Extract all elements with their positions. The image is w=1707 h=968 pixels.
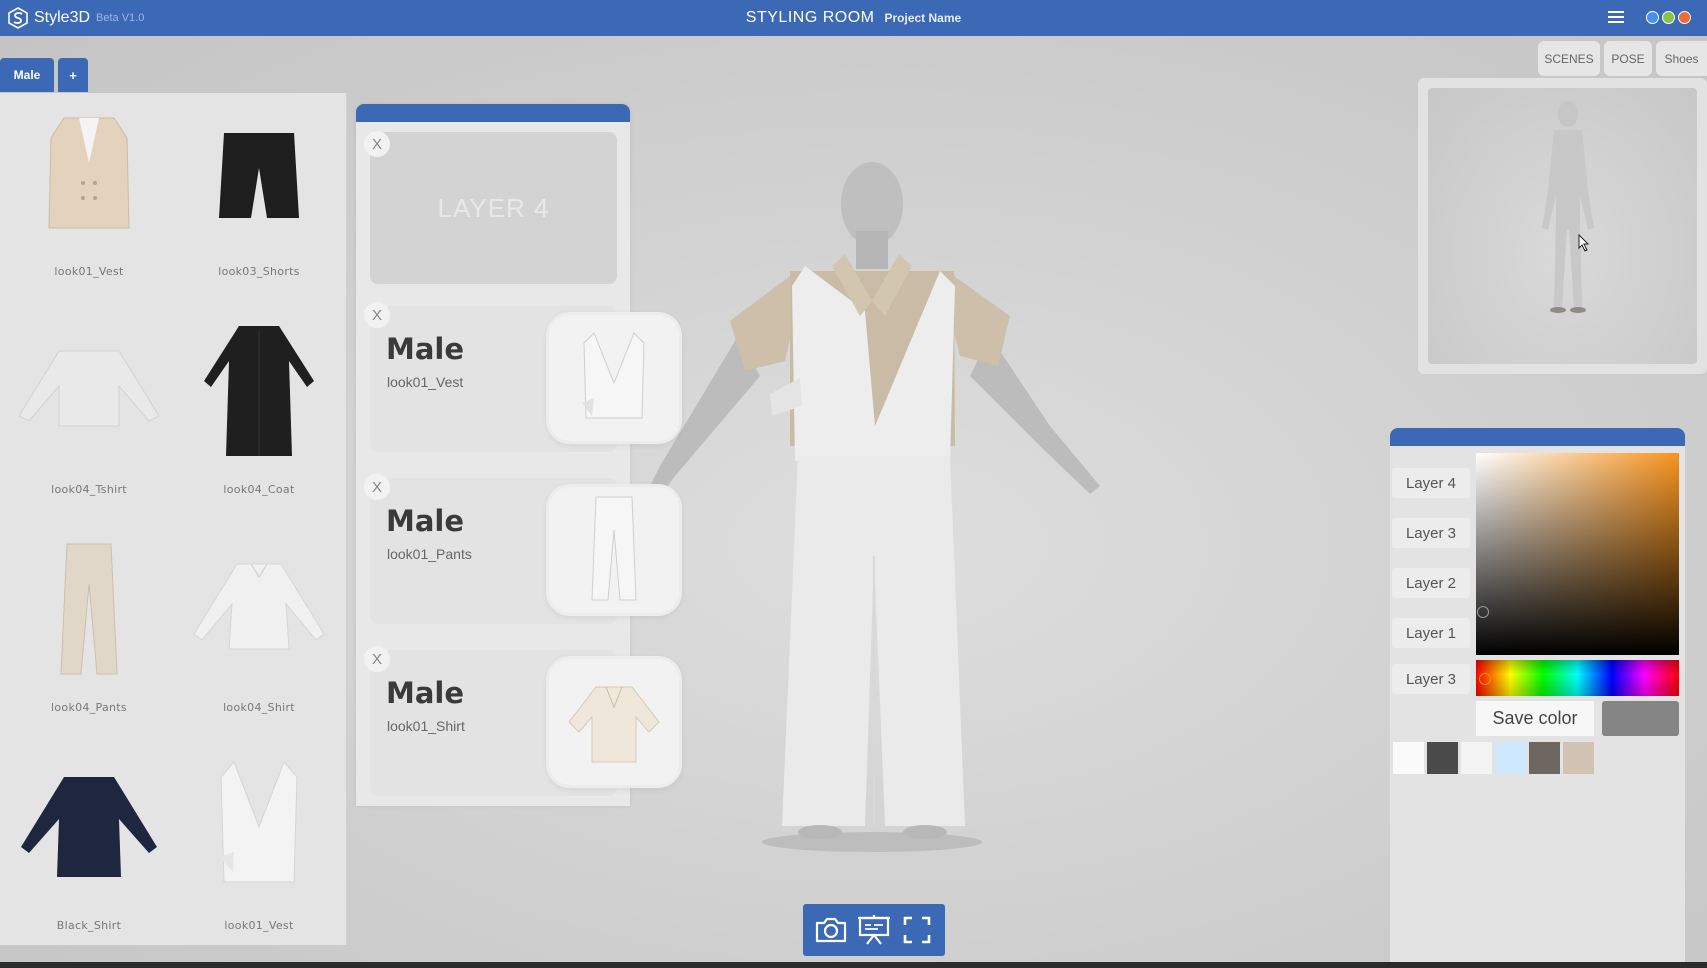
current-color-swatch (1602, 701, 1679, 736)
avatar-preview[interactable] (1418, 78, 1707, 374)
saved-color-swatch[interactable] (1529, 742, 1560, 774)
library-item[interactable]: look01_Vest (4, 93, 174, 303)
color-picker-handle[interactable] (1477, 606, 1489, 618)
fullscreen-icon (904, 916, 931, 944)
shorts-icon (219, 133, 299, 218)
library-item-label: look04_Coat (223, 483, 295, 496)
library-item-label: look01_Vest (54, 265, 124, 278)
screenshot-button[interactable] (812, 911, 850, 949)
library-item[interactable]: look03_Shorts (174, 93, 344, 303)
coat-icon (204, 326, 314, 456)
color-layer-button[interactable]: Layer 3 (1392, 518, 1470, 548)
library-item[interactable]: look01_Vest (174, 747, 344, 957)
library-item[interactable]: Black_Shirt (4, 747, 174, 957)
vest-icon (219, 761, 298, 883)
shirt-icon (21, 777, 157, 877)
vest-icon (582, 332, 645, 419)
pants-icon (60, 543, 118, 675)
library-item-label: Black_Shirt (56, 919, 122, 932)
project-name[interactable]: Project Name (884, 11, 961, 25)
library-item[interactable]: look04_Coat (174, 311, 344, 521)
layer-card-thumbnail[interactable] (546, 312, 682, 444)
shirt-icon (568, 686, 660, 763)
layer-card-title: Male (386, 504, 465, 538)
hue-slider-handle[interactable] (1479, 673, 1491, 685)
mouse-cursor-icon (1578, 234, 1590, 252)
window-dot-blue[interactable] (1646, 11, 1659, 24)
close-layer-button[interactable]: X (364, 646, 390, 672)
library-item-label: look04_Tshirt (51, 483, 127, 496)
library-item[interactable]: look04_Tshirt (4, 311, 174, 521)
hue-slider[interactable] (1476, 660, 1679, 696)
saved-color-swatch[interactable] (1563, 742, 1594, 774)
brand-name: Style3D (34, 9, 91, 26)
layer-panel-header (356, 104, 630, 122)
hamburger-menu-icon[interactable] (1608, 11, 1624, 25)
shirt-icon (193, 563, 325, 650)
pose-button[interactable]: POSE (1604, 41, 1652, 76)
tab-male[interactable]: Male (0, 58, 54, 92)
layer-card-title: Male (386, 676, 465, 710)
fullscreen-button[interactable] (898, 911, 936, 949)
bottom-toolbar (803, 904, 945, 956)
tshirt-icon (19, 350, 159, 427)
avatar-model[interactable] (620, 126, 1120, 866)
empty-layer-slot[interactable]: LAYER 4 (370, 132, 617, 284)
saved-color-swatch[interactable] (1393, 742, 1424, 774)
camera-icon (815, 917, 846, 943)
library-item-label: look04_Shirt (223, 701, 295, 714)
library-item-label: look04_Pants (51, 701, 127, 714)
bottom-edge (0, 962, 1707, 968)
window-controls (1646, 11, 1691, 24)
shoes-button[interactable]: Shoes (1656, 41, 1707, 76)
layer-card-thumbnail[interactable] (546, 656, 682, 788)
garment-library[interactable]: look01_Vest look03_Shorts look04_Tshirt … (0, 93, 347, 945)
style3d-logo-icon (8, 7, 28, 29)
add-tab-button[interactable]: + (58, 58, 88, 92)
color-layer-button[interactable]: Layer 2 (1392, 568, 1470, 598)
layer-panel: LAYER 4 X Male look01_Vest X Male look01… (356, 104, 682, 806)
layer-card-title: Male (386, 332, 465, 366)
presentation-board-icon (857, 915, 890, 945)
version-label: Beta V1.0 (96, 12, 145, 24)
presentation-button[interactable] (855, 911, 893, 949)
avatar-preview-figure (1542, 101, 1594, 313)
color-layer-button[interactable]: Layer 3 (1392, 664, 1470, 694)
library-item-label: look01_Vest (224, 919, 294, 932)
top-bar: Style3D Beta V1.0 STYLING ROOM Project N… (0, 0, 1707, 36)
layer-card-thumbnail[interactable] (546, 484, 682, 616)
saved-color-swatch[interactable] (1427, 742, 1458, 774)
saved-color-swatch[interactable] (1495, 742, 1526, 774)
library-item[interactable]: look04_Shirt (174, 529, 344, 739)
color-layer-button[interactable]: Layer 4 (1392, 468, 1470, 498)
scenes-button[interactable]: SCENES (1538, 41, 1600, 76)
color-layer-button[interactable]: Layer 1 (1392, 618, 1470, 648)
brand-logo[interactable]: Style3D Beta V1.0 (8, 0, 144, 36)
layer-card-garment: look01_Shirt (387, 718, 465, 734)
window-dot-green[interactable] (1662, 11, 1675, 24)
close-layer-button[interactable]: X (364, 131, 390, 157)
saved-color-swatch[interactable] (1461, 742, 1492, 774)
library-item-label: look03_Shorts (218, 265, 300, 278)
layer-card-garment: look01_Vest (387, 374, 464, 390)
vest-icon (48, 117, 130, 229)
pants-icon (591, 496, 637, 601)
color-panel-header (1390, 428, 1685, 446)
saturation-value-picker[interactable] (1476, 453, 1679, 655)
close-layer-button[interactable]: X (364, 302, 390, 328)
color-panel: Layer 4 Layer 3 Layer 2 Layer 1 Layer 3 … (1390, 428, 1685, 962)
page-title: STYLING ROOM (745, 9, 875, 26)
layer-card-garment: look01_Pants (387, 546, 472, 562)
library-item[interactable]: look04_Pants (4, 529, 174, 739)
save-color-button[interactable]: Save color (1476, 701, 1594, 736)
close-layer-button[interactable]: X (364, 474, 390, 500)
window-dot-orange[interactable] (1678, 11, 1691, 24)
